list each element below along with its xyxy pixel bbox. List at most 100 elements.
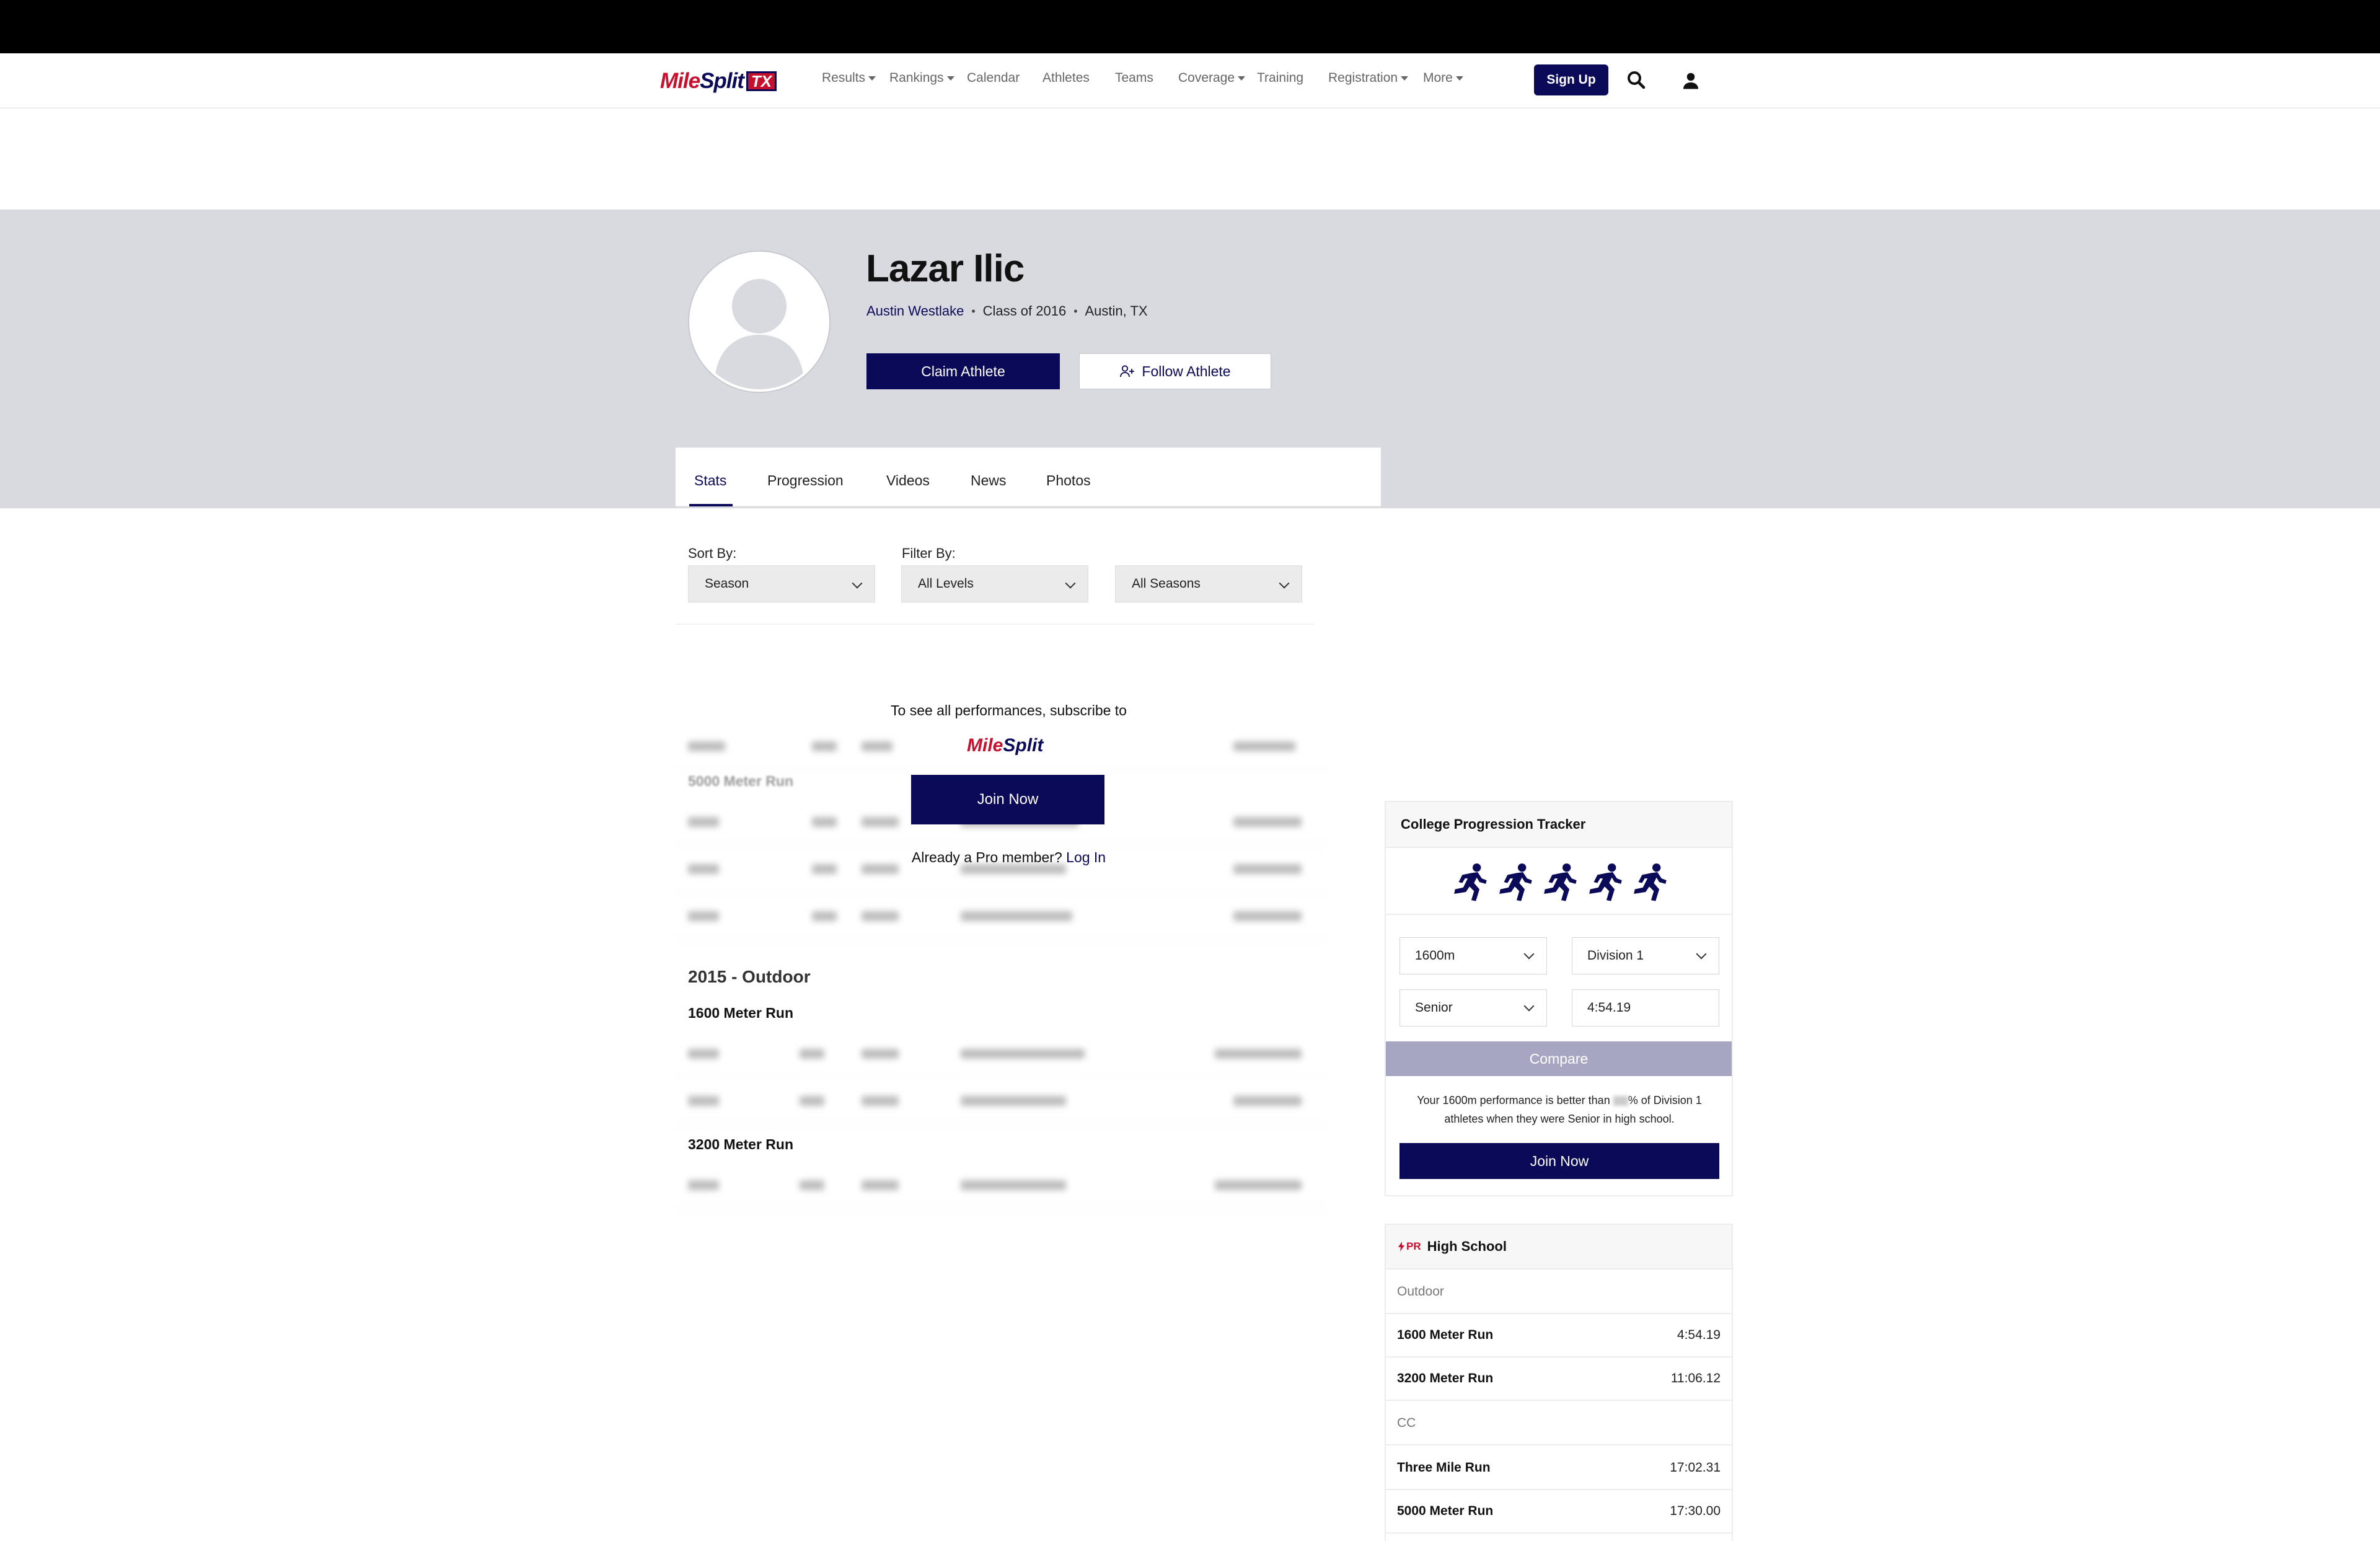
divider bbox=[1386, 914, 1732, 915]
login-link[interactable]: Log In bbox=[1066, 849, 1106, 865]
pr-section-name: Outdoor bbox=[1397, 1284, 1444, 1299]
pr-header: PR High School bbox=[1386, 1225, 1732, 1269]
season-select-value: All Seasons bbox=[1132, 576, 1201, 591]
pr-section-label: Outdoor bbox=[1386, 1271, 1732, 1314]
nav-registration[interactable]: Registration bbox=[1328, 71, 1409, 86]
paywall-login-prompt: Already a Pro member? Log In bbox=[781, 849, 1236, 866]
pr-time: 4:54.19 bbox=[1677, 1328, 1721, 1342]
claim-athlete-button[interactable]: Claim Athlete bbox=[866, 353, 1060, 389]
nav-label: Rankings bbox=[889, 71, 944, 85]
nav-calendar[interactable]: Calendar bbox=[967, 71, 1020, 86]
pr-event: 3200 Meter Run bbox=[1397, 1371, 1494, 1385]
pr-title: High School bbox=[1427, 1239, 1507, 1254]
tab-videos[interactable]: Videos bbox=[886, 472, 930, 489]
tab-photos[interactable]: Photos bbox=[1046, 472, 1091, 489]
sort-select-value: Season bbox=[705, 576, 749, 591]
divider bbox=[676, 624, 1314, 625]
chevron-down-icon bbox=[1523, 1000, 1535, 1012]
cpt-division-value: Division 1 bbox=[1587, 948, 1644, 963]
caret-down-icon bbox=[1401, 76, 1409, 81]
caret-down-icon bbox=[946, 76, 954, 81]
runner-icon bbox=[1589, 863, 1622, 901]
nav-more[interactable]: More bbox=[1423, 71, 1463, 86]
runner-icon bbox=[1544, 863, 1577, 901]
blurred-row bbox=[676, 893, 1326, 940]
logo-mile-text: Mile bbox=[660, 69, 700, 93]
level-filter-select[interactable]: All Levels bbox=[901, 565, 1088, 603]
profile-tabs: Stats Progression Videos News Photos bbox=[676, 448, 1381, 507]
paywall-message: To see all performances, subscribe to bbox=[891, 702, 1127, 718]
nav-coverage[interactable]: Coverage bbox=[1178, 71, 1246, 86]
search-icon[interactable] bbox=[1625, 69, 1647, 91]
cpt-title: College Progression Tracker bbox=[1386, 802, 1732, 848]
pr-row[interactable]: 5000 Meter Run 17:30.00 bbox=[1386, 1490, 1732, 1534]
athlete-name: Lazar Ilic bbox=[866, 247, 1025, 290]
blurred-event-heading: 5000 Meter Run bbox=[688, 773, 794, 789]
cpt-result-note: Your 1600m performance is better than % … bbox=[1404, 1091, 1714, 1128]
cpt-compare-button[interactable]: Compare bbox=[1386, 1041, 1732, 1076]
pr-row[interactable]: 1600 Meter Run 4:54.19 bbox=[1386, 1314, 1732, 1358]
tab-progression[interactable]: Progression bbox=[767, 472, 844, 489]
pr-section-name: CC bbox=[1397, 1416, 1416, 1430]
nav-label: Training bbox=[1257, 71, 1304, 85]
cpt-event-value: 1600m bbox=[1415, 948, 1455, 963]
cpt-join-now-button[interactable]: Join Now bbox=[1399, 1143, 1719, 1179]
chevron-down-icon bbox=[852, 578, 863, 589]
season-heading: 2015 - Outdoor bbox=[688, 967, 811, 986]
pr-time: 17:02.31 bbox=[1670, 1460, 1721, 1475]
level-select-value: All Levels bbox=[918, 576, 974, 591]
nav-training[interactable]: Training bbox=[1257, 71, 1303, 86]
runner-icon bbox=[1454, 863, 1487, 901]
nav-athletes[interactable]: Athletes bbox=[1042, 71, 1090, 86]
school-link[interactable]: Austin Westlake bbox=[866, 303, 964, 319]
logo-split-text: Split bbox=[1003, 735, 1044, 756]
sign-up-button[interactable]: Sign Up bbox=[1534, 64, 1608, 95]
pr-row[interactable]: 3200 Meter Run 11:06.12 bbox=[1386, 1358, 1732, 1401]
runner-icon bbox=[1499, 863, 1532, 901]
college-progression-tracker: College Progression Tracker 1600m Divisi… bbox=[1385, 801, 1733, 1196]
follow-athlete-button[interactable]: Follow Athlete bbox=[1079, 353, 1271, 389]
cpt-division-select[interactable]: Division 1 bbox=[1572, 937, 1719, 974]
separator-dot: • bbox=[971, 304, 976, 317]
event-heading: 3200 Meter Run bbox=[688, 1136, 794, 1152]
blurred-row bbox=[676, 1030, 1326, 1077]
pr-badge: PR bbox=[1398, 1240, 1421, 1253]
cpt-grade-select[interactable]: Senior bbox=[1399, 989, 1547, 1027]
paywall-join-now-button[interactable]: Join Now bbox=[911, 775, 1104, 824]
user-account-icon[interactable] bbox=[1680, 69, 1702, 92]
cpt-event-select[interactable]: 1600m bbox=[1399, 937, 1547, 974]
event-heading: 1600 Meter Run bbox=[688, 1005, 794, 1021]
pr-row[interactable]: Three Mile Run 17:02.31 bbox=[1386, 1447, 1732, 1490]
runner-icons bbox=[1448, 859, 1671, 906]
nav-label: Coverage bbox=[1178, 71, 1235, 85]
caret-down-icon bbox=[1238, 76, 1246, 81]
pr-time: 11:06.12 bbox=[1670, 1371, 1721, 1385]
default-avatar-icon bbox=[692, 254, 827, 389]
tab-stats[interactable]: Stats bbox=[694, 472, 726, 489]
pr-event: 5000 Meter Run bbox=[1397, 1504, 1494, 1518]
chevron-down-icon bbox=[1065, 578, 1076, 589]
nav-teams[interactable]: Teams bbox=[1115, 71, 1153, 86]
sort-select[interactable]: Season bbox=[688, 565, 875, 603]
nav-label: Teams bbox=[1115, 71, 1153, 85]
lightning-icon bbox=[1398, 1242, 1404, 1252]
nav-results[interactable]: Results bbox=[822, 71, 876, 86]
pr-event: Three Mile Run bbox=[1397, 1460, 1491, 1475]
nav-rankings[interactable]: Rankings bbox=[889, 71, 954, 86]
tab-news[interactable]: News bbox=[971, 472, 1007, 489]
milesplit-logo[interactable]: Mile Split TX bbox=[660, 67, 777, 95]
sort-label: Sort By: bbox=[688, 545, 737, 561]
nav-label: Registration bbox=[1328, 71, 1398, 85]
blurred-row bbox=[676, 1162, 1326, 1209]
cpt-time-input[interactable]: 4:54.19 bbox=[1572, 989, 1719, 1027]
season-filter-select[interactable]: All Seasons bbox=[1115, 565, 1302, 603]
cpt-time-value: 4:54.19 bbox=[1587, 1000, 1631, 1015]
nav-label: Calendar bbox=[967, 71, 1020, 85]
active-tab-indicator bbox=[689, 504, 733, 506]
blurred-row bbox=[676, 1077, 1326, 1124]
follow-athlete-label: Follow Athlete bbox=[1142, 363, 1231, 379]
cpt-note-prefix: Your 1600m performance is better than bbox=[1417, 1094, 1610, 1106]
login-prompt-text: Already a Pro member? bbox=[911, 849, 1062, 865]
athlete-location: Austin, TX bbox=[1085, 303, 1148, 319]
nav-label: Athletes bbox=[1042, 71, 1090, 85]
